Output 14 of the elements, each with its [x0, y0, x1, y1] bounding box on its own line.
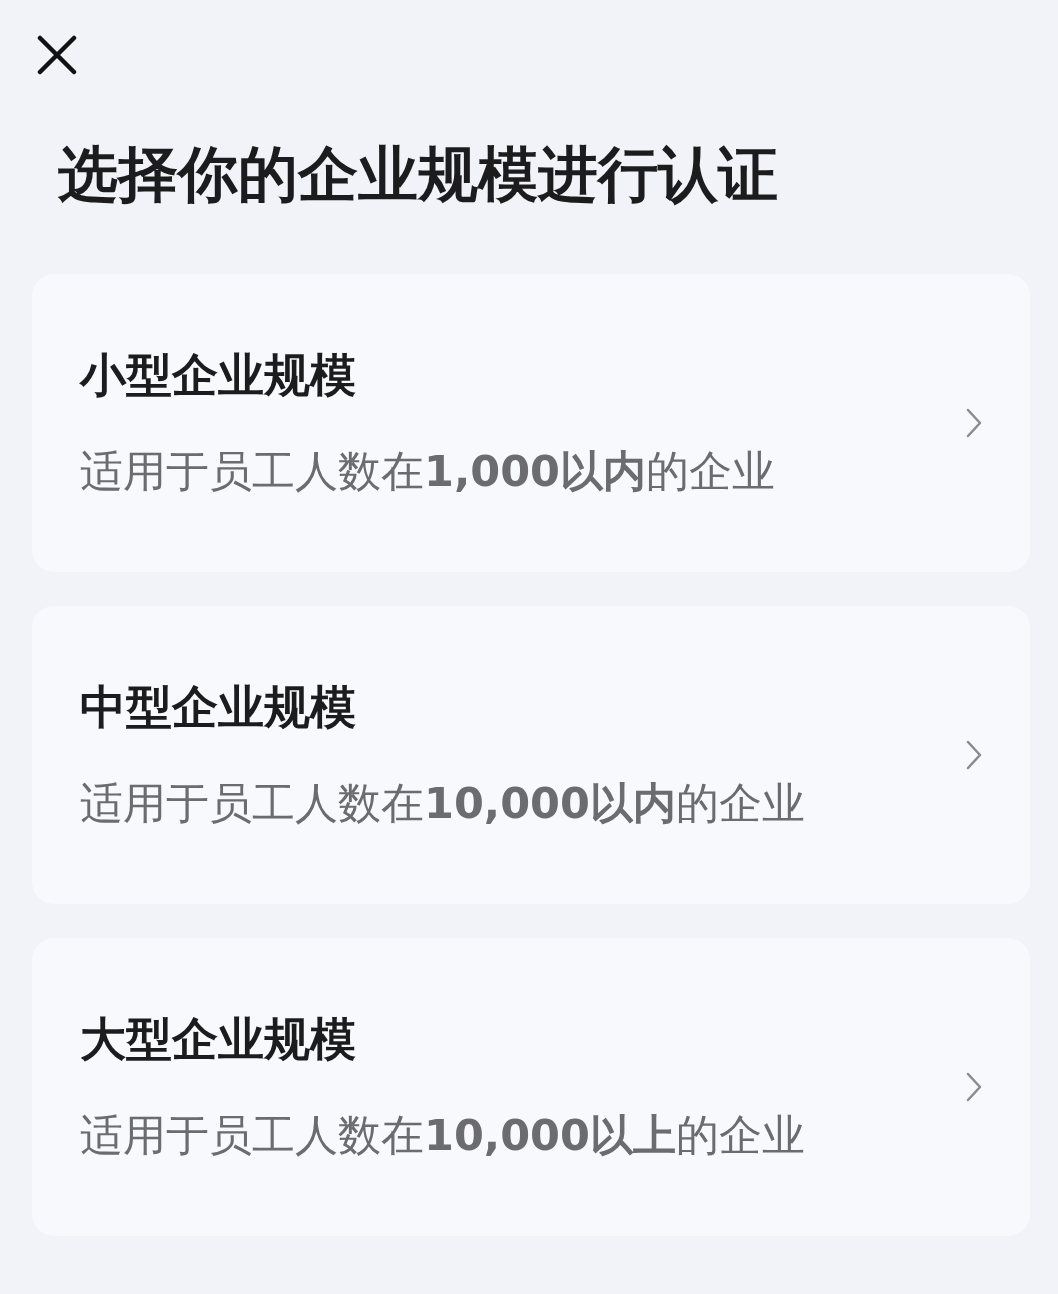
chevron-right-icon	[966, 408, 982, 438]
company-size-option[interactable]: 大型企业规模 适用于员工人数在10,000以上的企业	[32, 938, 1030, 1236]
company-size-option[interactable]: 中型企业规模 适用于员工人数在10,000以内的企业	[32, 606, 1030, 904]
close-icon	[37, 35, 77, 75]
option-title: 中型企业规模	[80, 679, 357, 736]
chevron-right-icon	[966, 740, 982, 770]
option-description: 适用于员工人数在1,000以内的企业	[80, 445, 775, 498]
option-description: 适用于员工人数在10,000以上的企业	[80, 1109, 805, 1162]
company-size-option[interactable]: 小型企业规模 适用于员工人数在1,000以内的企业	[32, 274, 1030, 572]
option-description: 适用于员工人数在10,000以内的企业	[80, 777, 805, 830]
chevron-right-icon	[966, 1072, 982, 1102]
option-title: 大型企业规模	[80, 1011, 357, 1068]
option-title: 小型企业规模	[80, 347, 357, 404]
page-title: 选择你的企业规模进行认证	[58, 138, 779, 210]
